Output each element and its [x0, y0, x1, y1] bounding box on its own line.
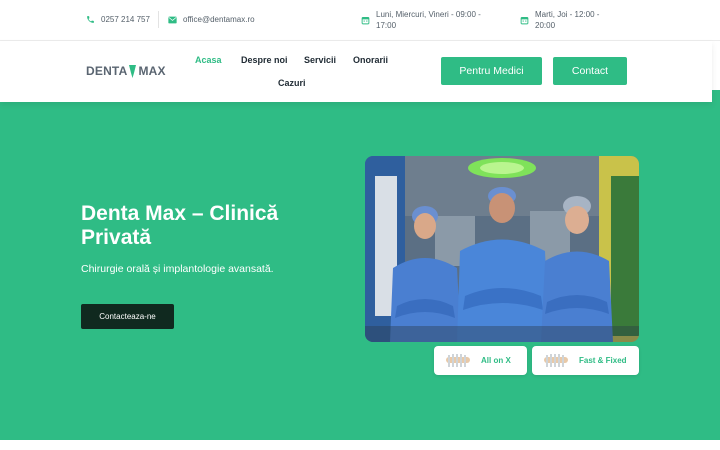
top-info-bar: 0257 214 757 office@dentamax.ro Luni, Mi… [0, 0, 720, 41]
logo-text-right: MAX [138, 64, 166, 78]
phone-contact[interactable]: 0257 214 757 [86, 14, 150, 25]
dental-implant-row-icon [446, 353, 470, 367]
phone-number: 0257 214 757 [101, 15, 150, 24]
calendar-icon [361, 16, 370, 24]
nav-item-onorarii[interactable]: Onorarii [353, 55, 388, 65]
feature-all-on-x[interactable]: All on X [434, 346, 527, 375]
team-photo [365, 156, 639, 342]
nav-item-servicii[interactable]: Servicii [304, 55, 336, 65]
schedule-text-2: Marti, Joi - 12:00 - 20:00 [535, 10, 600, 30]
email-address: office@dentamax.ro [183, 15, 255, 24]
doctors-button[interactable]: Pentru Medici [441, 57, 542, 85]
main-header: DENTA MAX Acasa Despre noi Servicii Onor… [0, 41, 712, 102]
feature-label: All on X [481, 356, 511, 365]
nav-item-cazuri[interactable]: Cazuri [278, 78, 306, 88]
feature-fast-fixed[interactable]: Fast & Fixed [532, 346, 639, 375]
page-bottom [0, 440, 720, 450]
dental-implant-row-icon [544, 353, 568, 367]
feature-label: Fast & Fixed [579, 356, 627, 365]
nav-item-acasa[interactable]: Acasa [195, 55, 222, 65]
hero-subtitle: Chirurgie orală și implantologie avansat… [81, 263, 274, 275]
schedule-1: Luni, Miercuri, Vineri - 09:00 - 17:00 [361, 9, 501, 31]
contact-us-button[interactable]: Contacteaza-ne [81, 304, 174, 329]
hero-title: Denta Max – Clinică Privată [81, 202, 279, 249]
envelope-icon [168, 16, 177, 23]
calendar-icon [520, 16, 529, 24]
divider [158, 11, 159, 28]
email-contact[interactable]: office@dentamax.ro [168, 14, 255, 25]
tooth-logo-icon [129, 64, 137, 78]
hero-section: Denta Max – Clinică Privată Chirurgie or… [0, 90, 720, 440]
logo-text-left: DENTA [86, 64, 128, 78]
phone-icon [87, 16, 94, 23]
schedule-text-1: Luni, Miercuri, Vineri - 09:00 - 17:00 [376, 10, 481, 30]
schedule-2: Marti, Joi - 12:00 - 20:00 [520, 9, 620, 31]
contact-button[interactable]: Contact [553, 57, 627, 85]
nav-item-despre-noi[interactable]: Despre noi [241, 55, 288, 65]
site-logo[interactable]: DENTA MAX [86, 64, 166, 78]
